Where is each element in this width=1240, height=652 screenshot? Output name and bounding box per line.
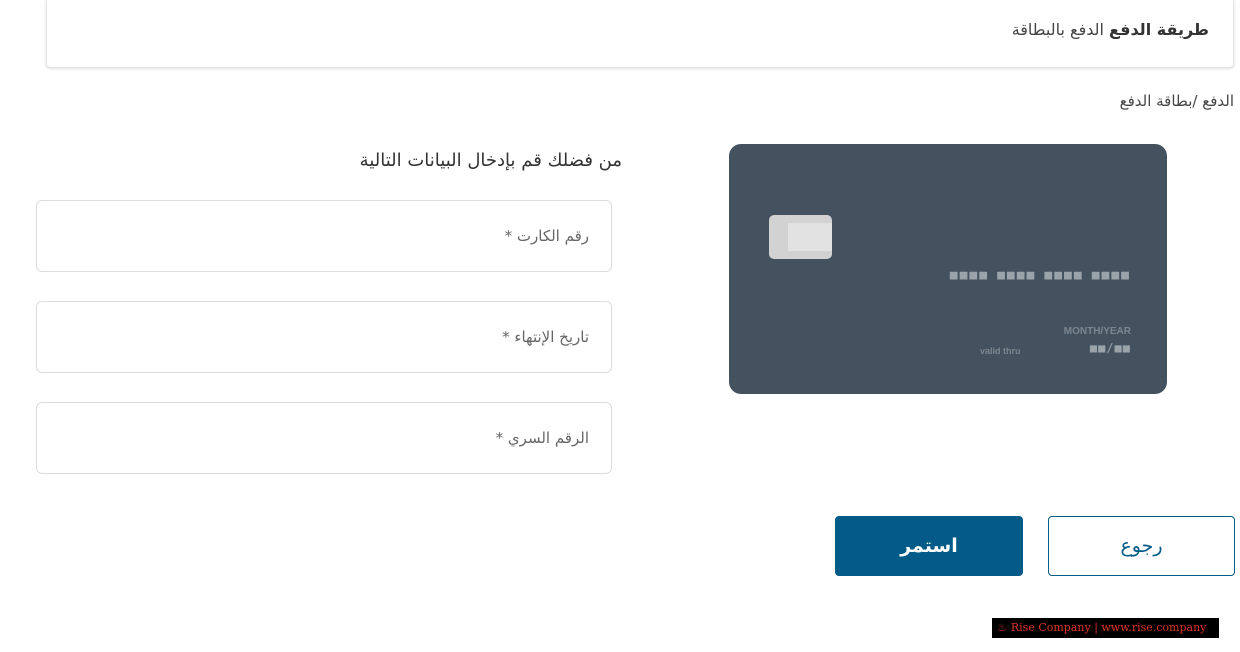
payment-method-panel: طريقة الدفع الدفع بالبطاقة bbox=[46, 0, 1234, 68]
card-valid-thru-label: valid thru bbox=[980, 346, 1021, 356]
payment-method-label: طريقة الدفع bbox=[1109, 20, 1209, 39]
expiry-date-input[interactable] bbox=[36, 301, 612, 373]
watermark: ♨ Rise Company | www.rise.company bbox=[992, 618, 1219, 638]
credit-card-preview: ■■■■ ■■■■ ■■■■ ■■■■ MONTH/YEAR ■■/■■ valid … bbox=[729, 144, 1167, 394]
payment-method-text: طريقة الدفع الدفع بالبطاقة bbox=[1012, 20, 1209, 39]
back-button[interactable]: رجوع bbox=[1048, 516, 1235, 576]
card-number-group: ■■■■ bbox=[1091, 268, 1131, 283]
card-expiry-label: MONTH/YEAR bbox=[1063, 326, 1131, 337]
breadcrumb: الدفع /بطاقة الدفع bbox=[1120, 92, 1234, 110]
breadcrumb-current: بطاقة الدفع bbox=[1119, 92, 1193, 110]
card-number-display: ■■■■ ■■■■ ■■■■ ■■■■ bbox=[942, 268, 1131, 283]
continue-button[interactable]: استمر bbox=[835, 516, 1023, 576]
flame-logo-icon: ♨ bbox=[997, 621, 1007, 634]
card-number-group: ■■■■ bbox=[949, 268, 990, 283]
payment-method-value: الدفع بالبطاقة bbox=[1011, 20, 1104, 39]
card-chip-inner bbox=[788, 223, 832, 251]
breadcrumb-root[interactable]: الدفع bbox=[1202, 92, 1234, 110]
watermark-text: Rise Company | www.rise.company bbox=[1010, 621, 1207, 634]
card-expiry-value: ■■/■■ bbox=[1089, 341, 1131, 355]
form-title: من فضلك قم بإدخال البيانات التالية bbox=[359, 150, 622, 171]
card-number-group: ■■■■ bbox=[997, 268, 1037, 283]
breadcrumb-separator: / bbox=[1192, 92, 1198, 110]
cvv-input[interactable] bbox=[36, 402, 612, 474]
card-chip-icon bbox=[769, 215, 832, 259]
card-number-input[interactable] bbox=[36, 200, 612, 272]
card-number-group: ■■■■ bbox=[1044, 268, 1084, 283]
